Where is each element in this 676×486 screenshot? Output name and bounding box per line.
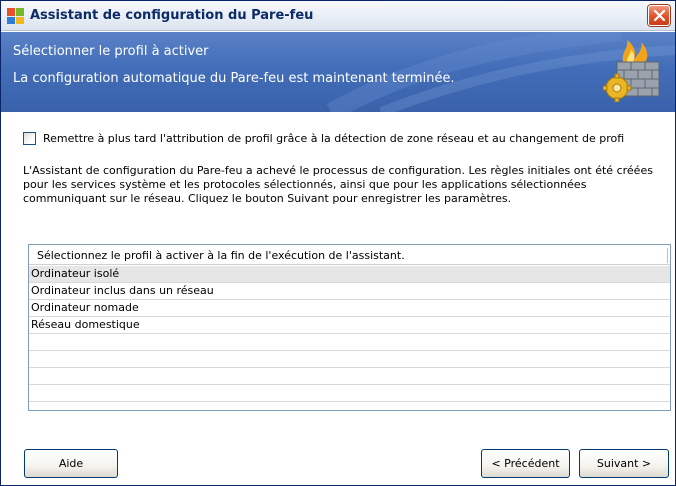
defer-profile-checkbox[interactable] bbox=[23, 132, 36, 145]
list-item-empty bbox=[29, 351, 670, 368]
close-button[interactable] bbox=[648, 5, 670, 26]
help-button[interactable]: Aide bbox=[24, 449, 118, 478]
list-item-mobile-computer[interactable]: Ordinateur nomade bbox=[29, 300, 670, 317]
firewall-app-icon bbox=[7, 8, 24, 24]
next-button[interactable]: Suivant > bbox=[579, 449, 669, 478]
list-item-empty bbox=[29, 334, 670, 351]
firewall-wall-icon bbox=[603, 40, 660, 102]
defer-profile-label[interactable]: Remettre à plus tard l'attribution de pr… bbox=[43, 132, 624, 145]
list-item-network-computer[interactable]: Ordinateur inclus dans un réseau bbox=[29, 283, 670, 300]
wizard-header-banner: Sélectionner le profil à activer La conf… bbox=[1, 32, 675, 112]
column-divider bbox=[667, 248, 668, 263]
list-item-empty bbox=[29, 368, 670, 385]
wizard-step-title: Sélectionner le profil à activer bbox=[13, 44, 209, 59]
list-item-empty bbox=[29, 385, 670, 402]
close-icon bbox=[653, 9, 666, 22]
wizard-step-subtitle: La configuration automatique du Pare-feu… bbox=[13, 71, 455, 86]
list-item-isolated-computer[interactable]: Ordinateur isolé bbox=[29, 266, 670, 283]
window-title: Assistant de configuration du Pare-feu bbox=[30, 8, 314, 23]
list-item-home-network[interactable]: Réseau domestique bbox=[29, 317, 670, 334]
firewall-wizard-window: Assistant de configuration du Pare-feu S… bbox=[0, 0, 676, 486]
previous-button[interactable]: < Précédent bbox=[481, 449, 570, 478]
profile-list-header: Sélectionnez le profil à activer à la fi… bbox=[29, 245, 670, 265]
wizard-description: L'Assistant de configuration du Pare-feu… bbox=[23, 164, 653, 205]
title-bar[interactable]: Assistant de configuration du Pare-feu bbox=[1, 1, 675, 31]
profile-list[interactable]: Sélectionnez le profil à activer à la fi… bbox=[28, 244, 671, 411]
profile-list-header-label: Sélectionnez le profil à activer à la fi… bbox=[37, 249, 405, 262]
